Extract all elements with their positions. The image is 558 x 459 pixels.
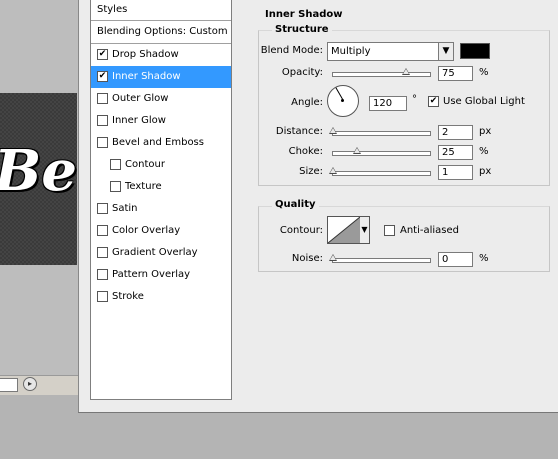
- style-item-label: Stroke: [112, 291, 144, 302]
- style-checkbox[interactable]: [110, 159, 121, 170]
- opacity-slider-thumb[interactable]: [401, 68, 410, 75]
- style-item-contour[interactable]: Contour: [91, 154, 231, 176]
- style-checkbox[interactable]: [97, 247, 108, 258]
- style-item-gradient-overlay[interactable]: Gradient Overlay: [91, 242, 231, 264]
- style-checkbox[interactable]: [97, 115, 108, 126]
- size-slider-thumb[interactable]: [329, 167, 337, 174]
- quality-title: Quality: [272, 199, 319, 210]
- noise-unit: %: [479, 253, 489, 264]
- style-item-satin[interactable]: Satin: [91, 198, 231, 220]
- use-global-light-checkbox[interactable]: ✔: [428, 96, 439, 107]
- canvas-text: Be: [0, 138, 77, 204]
- style-checkbox[interactable]: [97, 269, 108, 280]
- style-item-label: Inner Shadow: [112, 71, 181, 82]
- style-checkbox[interactable]: [97, 93, 108, 104]
- noise-label: Noise:: [291, 253, 323, 264]
- style-item-color-overlay[interactable]: Color Overlay: [91, 220, 231, 242]
- blend-mode-select[interactable]: Multiply ▼: [327, 42, 454, 61]
- style-checkbox[interactable]: [97, 291, 108, 302]
- zoom-field[interactable]: [0, 378, 18, 392]
- style-items: ✔ Drop Shadow ✔ Inner Shadow Outer Glow Inner…: [91, 44, 231, 308]
- style-item-label: Inner Glow: [112, 115, 166, 126]
- contour-dropdown-arrow[interactable]: ▼: [360, 216, 370, 244]
- size-label: Size:: [299, 166, 323, 177]
- contour-label: Contour:: [279, 225, 323, 236]
- noise-slider-thumb[interactable]: [329, 254, 337, 261]
- choke-input[interactable]: 25: [438, 145, 473, 160]
- style-item-label: Satin: [112, 203, 138, 214]
- choke-slider[interactable]: [332, 147, 431, 156]
- structure-title: Structure: [272, 24, 332, 35]
- style-item-label: Texture: [125, 181, 162, 192]
- style-checkbox[interactable]: ✔: [97, 49, 108, 60]
- blend-mode-label: Blend Mode:: [260, 45, 323, 56]
- inner-shadow-title: Inner Shadow: [262, 9, 346, 20]
- distance-input[interactable]: 2: [438, 125, 473, 140]
- angle-label: Angle:: [291, 97, 323, 108]
- style-checkbox[interactable]: ✔: [97, 71, 108, 82]
- style-item-label: Bevel and Emboss: [112, 137, 204, 148]
- style-item-label: Drop Shadow: [112, 49, 179, 60]
- contour-curve-icon: [328, 217, 360, 243]
- size-slider[interactable]: [329, 167, 431, 176]
- distance-slider-thumb[interactable]: [329, 127, 337, 134]
- blending-options-item[interactable]: Blending Options: Custom: [91, 21, 231, 44]
- quality-panel: Quality Contour: ▼ Anti-aliased Noise: 0…: [258, 192, 550, 282]
- blend-mode-value: Multiply: [331, 46, 371, 57]
- size-unit: px: [479, 166, 492, 177]
- noise-input[interactable]: 0: [438, 252, 473, 267]
- style-item-label: Pattern Overlay: [112, 269, 191, 280]
- choke-unit: %: [479, 146, 489, 157]
- use-global-light-label[interactable]: Use Global Light: [443, 96, 525, 107]
- styles-list: Styles Blending Options: Custom ✔ Drop Sh…: [90, 0, 232, 400]
- status-info-icon[interactable]: ▸: [23, 377, 37, 391]
- distance-label: Distance:: [275, 126, 323, 137]
- style-item-stroke[interactable]: Stroke: [91, 286, 231, 308]
- style-item-inner-shadow[interactable]: ✔ Inner Shadow: [91, 66, 231, 88]
- angle-unit: °: [412, 94, 417, 105]
- status-bar: ▸: [0, 375, 78, 395]
- style-checkbox[interactable]: [97, 225, 108, 236]
- choke-slider-thumb[interactable]: [353, 147, 362, 154]
- style-item-pattern-overlay[interactable]: Pattern Overlay: [91, 264, 231, 286]
- shadow-color-swatch[interactable]: [460, 43, 490, 59]
- inner-shadow-panel: Inner Shadow Structure Blend Mode: Multi…: [258, 0, 550, 200]
- style-item-bevel-and-emboss[interactable]: Bevel and Emboss: [91, 132, 231, 154]
- size-input[interactable]: 1: [438, 165, 473, 180]
- noise-slider[interactable]: [329, 254, 431, 263]
- layer-style-dialog: Styles Blending Options: Custom ✔ Drop Sh…: [78, 0, 558, 412]
- style-item-texture[interactable]: Texture: [91, 176, 231, 198]
- anti-aliased-label[interactable]: Anti-aliased: [400, 225, 459, 236]
- style-item-label: Outer Glow: [112, 93, 169, 104]
- chevron-down-icon: ▼: [438, 43, 453, 60]
- style-item-drop-shadow[interactable]: ✔ Drop Shadow: [91, 44, 231, 66]
- distance-unit: px: [479, 126, 492, 137]
- style-item-outer-glow[interactable]: Outer Glow: [91, 88, 231, 110]
- choke-label: Choke:: [288, 146, 323, 157]
- styles-header[interactable]: Styles: [91, 0, 231, 21]
- contour-preview[interactable]: [327, 216, 361, 244]
- opacity-slider[interactable]: [332, 68, 431, 77]
- style-checkbox[interactable]: [97, 203, 108, 214]
- angle-dial[interactable]: [327, 85, 359, 117]
- style-item-label: Contour: [125, 159, 165, 170]
- distance-slider[interactable]: [329, 127, 431, 136]
- angle-dial-center: [341, 99, 344, 102]
- document-canvas[interactable]: Be: [0, 93, 77, 265]
- opacity-label: Opacity:: [281, 67, 323, 78]
- style-checkbox[interactable]: [97, 137, 108, 148]
- anti-aliased-checkbox[interactable]: [384, 225, 395, 236]
- style-item-label: Color Overlay: [112, 225, 181, 236]
- style-checkbox[interactable]: [110, 181, 121, 192]
- style-item-inner-glow[interactable]: Inner Glow: [91, 110, 231, 132]
- angle-input[interactable]: 120: [369, 96, 407, 111]
- style-item-label: Gradient Overlay: [112, 247, 198, 258]
- opacity-unit: %: [479, 67, 489, 78]
- opacity-input[interactable]: 75: [438, 66, 473, 81]
